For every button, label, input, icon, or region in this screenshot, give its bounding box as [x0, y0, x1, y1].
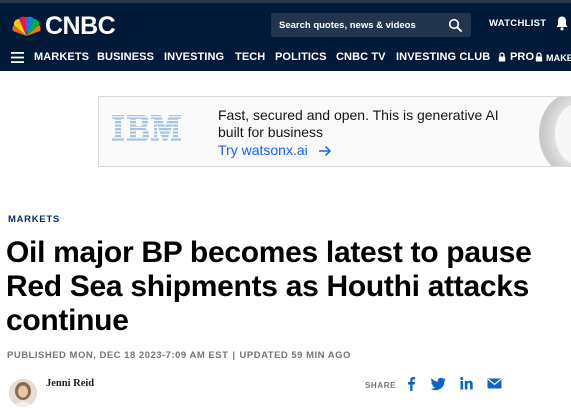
arrow-right-icon	[318, 145, 331, 157]
published-date: PUBLISHED MON, DEC 18 2023-7:09 AM EST	[7, 350, 229, 361]
search-input[interactable]	[279, 17, 443, 33]
linkedin-icon[interactable]	[459, 376, 474, 391]
facebook-icon[interactable]	[404, 376, 419, 391]
ad-cta-label: Try watsonx.ai	[218, 142, 308, 158]
watchlist-link[interactable]: WATCHLIST	[489, 18, 546, 29]
ibm-advertisement[interactable]: Fast, secured and open. This is generati…	[98, 96, 571, 167]
email-icon[interactable]	[487, 376, 502, 391]
share-label: SHARE	[365, 381, 397, 390]
nbc-peacock-logo	[12, 16, 41, 36]
ad-cta-link[interactable]: Try watsonx.ai	[218, 142, 332, 158]
nav-item-make-it[interactable]: MAKE IT	[546, 53, 571, 63]
cnbc-logo[interactable]: CNBC	[10, 12, 116, 41]
logo-text: CNBC	[45, 12, 116, 40]
twitter-icon[interactable]	[431, 376, 446, 391]
lock-icon	[498, 52, 506, 62]
nav-item-tech[interactable]: TECH	[235, 51, 265, 63]
main-nav: MARKETS BUSINESS INVESTING TECH POLITICS…	[0, 44, 571, 71]
author-avatar[interactable]	[9, 379, 37, 407]
nav-item-politics[interactable]: POLITICS	[275, 51, 327, 63]
nav-item-investing-club[interactable]: INVESTING CLUB	[396, 51, 490, 63]
section-label[interactable]: MARKETS	[8, 214, 60, 225]
ad-headline: Fast, secured and open. This is generati…	[218, 107, 499, 140]
updated-time: UPDATED 59 MIN AGO	[239, 350, 351, 361]
nav-item-cnbc-tv[interactable]: CNBC TV	[336, 51, 386, 63]
search-icon[interactable]	[448, 18, 462, 32]
nav-item-investing[interactable]: INVESTING	[164, 51, 224, 63]
nav-item-markets[interactable]: MARKETS	[34, 51, 89, 63]
ad-graphic	[539, 97, 571, 166]
bell-icon[interactable]	[555, 15, 569, 31]
publish-info: PUBLISHED MON, DEC 18 2023-7:09 AM EST | U…	[7, 350, 351, 361]
published-separator: |	[232, 350, 236, 361]
lock-icon	[535, 52, 543, 62]
top-header: CNBC WATCHLIST	[0, 0, 571, 44]
ibm-logo	[111, 114, 183, 142]
author-name[interactable]: Jenni Reid	[46, 378, 94, 389]
nav-item-pro[interactable]: PRO	[510, 51, 534, 63]
article-headline: Oil major BP becomes latest to pause Red…	[6, 236, 532, 337]
search-box[interactable]	[271, 13, 471, 37]
avatar-image	[9, 379, 37, 407]
nav-item-business[interactable]: BUSINESS	[97, 51, 154, 63]
menu-icon[interactable]	[11, 52, 24, 63]
